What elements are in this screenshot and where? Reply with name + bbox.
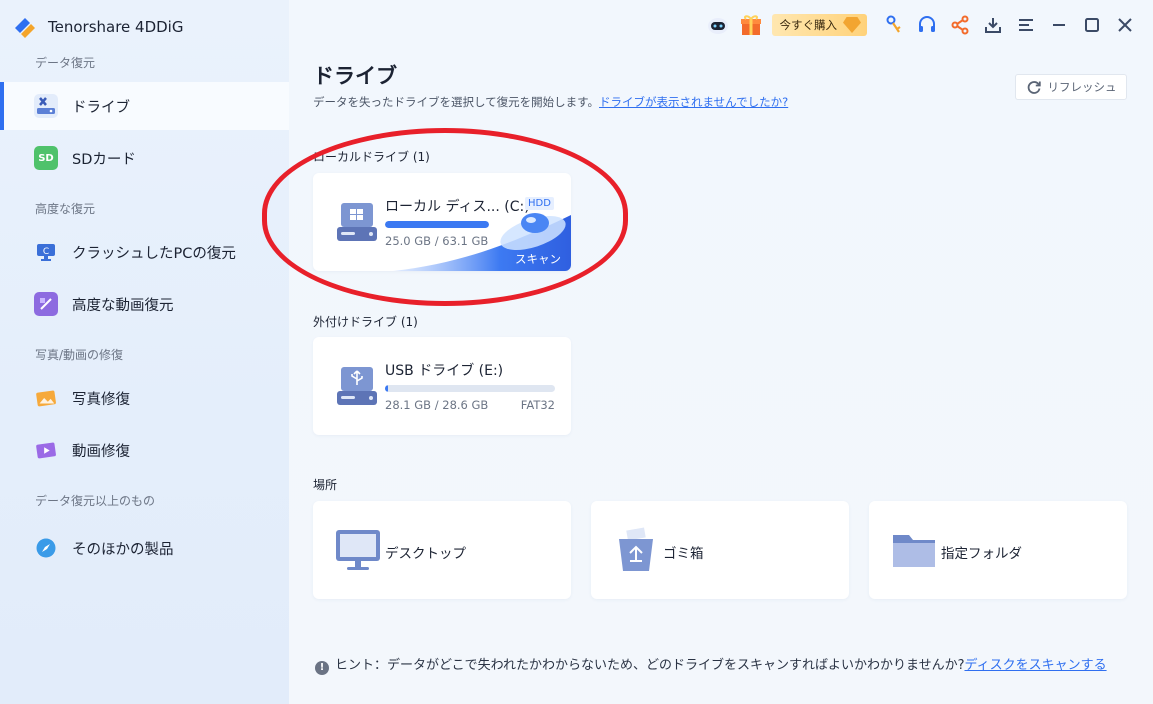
buy-now-button[interactable]: 今すぐ購入: [771, 14, 867, 36]
local-drive-size: 25.0 GB / 63.1 GB: [385, 234, 489, 248]
page-subtitle: データを失ったドライブを選択して復元を開始します。ドライブが表示されませんでした…: [313, 94, 788, 110]
section-label-photo-video-repair: 写真/動画の修復: [35, 348, 124, 362]
usb-drive-name: USB ドライブ (E:): [385, 363, 504, 379]
usb-drive-icon: [337, 367, 377, 405]
buy-now-label: 今すぐ購入: [779, 18, 838, 32]
refresh-icon: [1027, 81, 1041, 94]
gift-icon[interactable]: [735, 9, 768, 42]
location-desktop-label: デスクトップ: [385, 546, 466, 562]
local-drive-usage-fill: [385, 221, 489, 228]
menu-icon[interactable]: [1009, 9, 1042, 42]
main-panel: 今すぐ購入 ドライブ データを失ったドライブを選択して復元を開始します。ドライブ…: [289, 0, 1153, 704]
sd-card-icon: SD: [34, 146, 58, 170]
close-icon[interactable]: [1108, 9, 1141, 42]
crashed-pc-icon: C: [34, 240, 58, 264]
location-desktop-card[interactable]: デスクトップ: [313, 501, 571, 599]
sidebar-item-video-repair[interactable]: 動画修復: [0, 426, 289, 474]
location-recycle-bin-label: ゴミ箱: [663, 546, 704, 562]
local-drive-card[interactable]: ローカル ディス... (C:) HDD 25.0 GB / 63.1 GB ス…: [313, 173, 571, 271]
sidebar-item-advanced-video[interactable]: 高度な動画復元: [0, 280, 289, 328]
video-repair-icon: [34, 438, 58, 462]
location-recycle-bin-card[interactable]: ゴミ箱: [591, 501, 849, 599]
location-folder-label: 指定フォルダ: [941, 546, 1022, 562]
section-label-beyond-recovery: データ復元以上のもの: [35, 494, 156, 508]
minimize-icon[interactable]: [1042, 9, 1075, 42]
title-bar: 今すぐ購入: [702, 0, 1153, 50]
share-icon[interactable]: [943, 9, 976, 42]
drive-not-shown-link[interactable]: ドライブが表示されませんでしたか?: [599, 95, 788, 109]
usb-drive-filesystem: FAT32: [520, 398, 555, 412]
download-icon[interactable]: [976, 9, 1009, 42]
photo-repair-icon: [34, 386, 58, 410]
info-icon: !: [315, 661, 329, 675]
maximize-icon[interactable]: [1075, 9, 1108, 42]
sidebar-item-label: クラッシュしたPCの復元: [72, 245, 236, 262]
hint-message: ヒント：データがどこで失われたかわからないため、どのドライブをスキャンすればよい…: [335, 658, 965, 673]
usb-drive-usage-bar: [385, 385, 555, 392]
assistant-robot-icon[interactable]: [702, 9, 735, 42]
local-drive-name: ローカル ディス... (C:): [385, 199, 530, 215]
sidebar-item-label: そのほかの製品: [72, 541, 174, 558]
sidebar-item-other-products[interactable]: そのほかの製品: [0, 524, 289, 572]
folder-icon: [893, 535, 935, 567]
section-label-data-recovery: データ復元: [35, 56, 96, 70]
sidebar-item-label: 写真修復: [72, 391, 130, 408]
section-label-advanced-recovery: 高度な復元: [35, 202, 96, 216]
recycle-bin-icon: [619, 527, 653, 571]
sidebar-item-label: ドライブ: [72, 99, 130, 116]
diamond-icon: [843, 17, 861, 33]
hint-text: ! ヒント：データがどこで失われたかわからないため、どのドライブをスキャンすればよ…: [315, 655, 1135, 676]
refresh-button[interactable]: リフレッシュ: [1015, 74, 1127, 100]
scan-button[interactable]: スキャン: [515, 251, 561, 267]
location-folder-card[interactable]: 指定フォルダ: [869, 501, 1127, 599]
sidebar-item-crashed-pc[interactable]: C クラッシュしたPCの復元: [0, 228, 289, 276]
hdd-badge: HDD: [525, 197, 554, 210]
desktop-icon: [336, 530, 380, 570]
compass-icon: [34, 536, 58, 560]
location-group-label: 場所: [313, 478, 338, 492]
app-title: Tenorshare 4DDiG: [48, 18, 184, 36]
sidebar-item-drive[interactable]: ドライブ: [0, 82, 289, 130]
sidebar-item-label: 動画修復: [72, 443, 130, 460]
usb-drive-size: 28.1 GB / 28.6 GB: [385, 398, 489, 412]
windows-drive-icon: [337, 203, 377, 241]
usb-drive-card[interactable]: USB ドライブ (E:) 28.1 GB / 28.6 GB FAT32: [313, 337, 571, 435]
app-logo-icon: [15, 18, 35, 38]
sidebar: Tenorshare 4DDiG データ復元 ドライブ SD SDカード 高度な…: [0, 0, 289, 704]
sidebar-item-label: 高度な動画復元: [72, 297, 174, 314]
external-drive-group-label: 外付けドライブ (1): [313, 315, 418, 329]
key-icon[interactable]: [877, 9, 910, 42]
scan-disk-link[interactable]: ディスクをスキャンする: [964, 658, 1106, 673]
sidebar-item-sd-card[interactable]: SD SDカード: [0, 134, 289, 182]
local-drive-group-label: ローカルドライブ (1): [313, 150, 430, 164]
page-subtitle-text: データを失ったドライブを選択して復元を開始します。: [313, 95, 600, 109]
refresh-label: リフレッシュ: [1047, 80, 1117, 94]
sidebar-item-photo-repair[interactable]: 写真修復: [0, 374, 289, 422]
app-logo-row: Tenorshare 4DDiG: [12, 14, 183, 40]
support-headset-icon[interactable]: [910, 9, 943, 42]
usb-drive-usage-fill: [385, 385, 389, 392]
local-drive-usage-bar: [385, 221, 489, 228]
video-recovery-icon: [34, 292, 58, 316]
page-title: ドライブ: [313, 64, 397, 88]
svg-text:C: C: [43, 247, 49, 257]
drive-tools-icon: [34, 94, 58, 118]
sidebar-item-label: SDカード: [72, 151, 136, 168]
